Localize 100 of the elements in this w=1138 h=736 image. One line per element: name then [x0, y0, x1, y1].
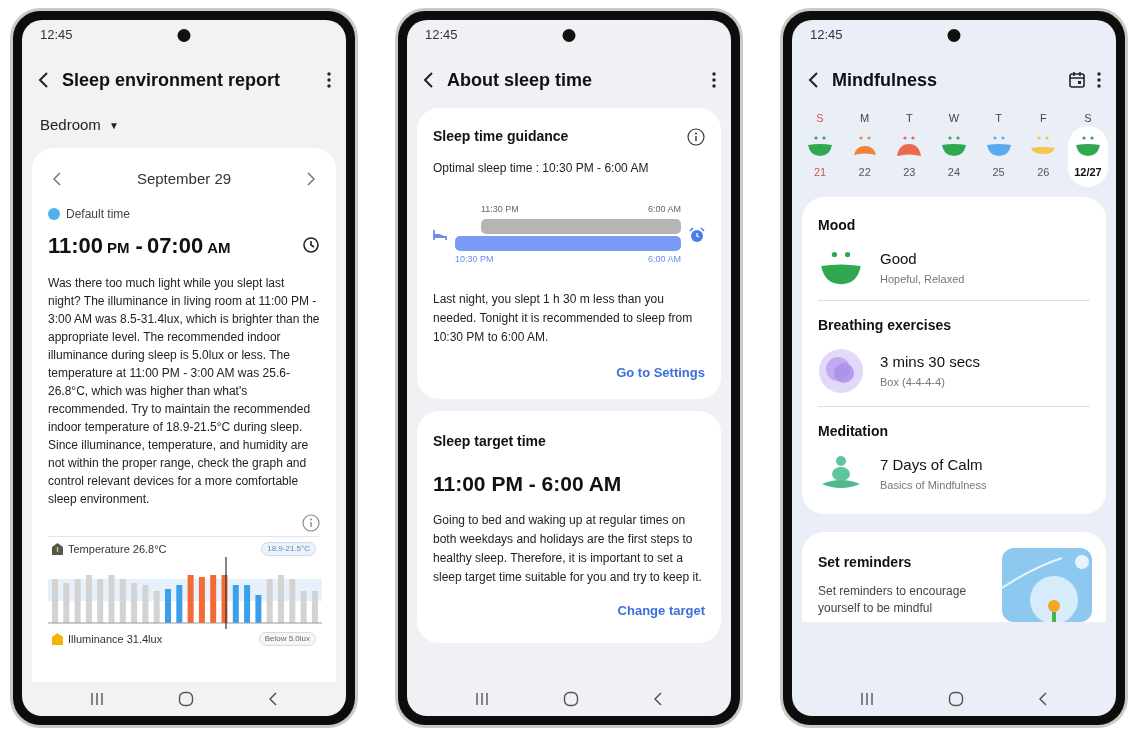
- chart-bar: [74, 579, 81, 623]
- target-text: Going to bed and waking up at regular times on both weekdays and holidays are the first steps to healthy sleep. Therefore, it is important to set a sleep target time suitable for you and try to keep it.: [433, 512, 703, 586]
- chart-bar: [300, 591, 307, 623]
- weekday-label: M: [860, 111, 870, 126]
- date-label: September 29: [136, 169, 232, 189]
- day-item[interactable]: 21: [800, 126, 840, 187]
- chart-bar: [255, 595, 262, 623]
- screen-title: Sleep environment report: [62, 68, 282, 92]
- info-icon: [302, 513, 320, 532]
- chart-bar: [232, 585, 239, 623]
- chart-bar: [165, 589, 171, 623]
- screen-title: Mindfulness: [832, 68, 938, 92]
- clock-button[interactable]: [302, 236, 320, 254]
- alarm-clock-icon[interactable]: [689, 226, 705, 243]
- weekday-label: S: [816, 111, 824, 126]
- time-label: 11:30 PM: [481, 203, 519, 216]
- day-item[interactable]: 12/27: [1067, 126, 1108, 187]
- next-chevron[interactable]: [306, 172, 316, 187]
- range-badge: Below 5.0lux: [258, 632, 316, 647]
- home-button[interactable]: [563, 691, 579, 707]
- recent-apps-button[interactable]: [88, 692, 105, 706]
- chart-bar: [142, 585, 149, 623]
- item-subtitle: Basics of Mindfulness: [880, 477, 987, 493]
- home-button[interactable]: [178, 691, 194, 707]
- range-badge: 18.9-21.5°C: [261, 541, 316, 556]
- more-menu-icon[interactable]: [1096, 71, 1102, 89]
- target-time: 11:00 PM - 6:00 AM: [433, 470, 623, 497]
- chart-bar: [131, 583, 138, 623]
- camera-hole: [177, 29, 191, 42]
- info-icon: [687, 127, 705, 146]
- report-paragraph: Was there too much light while you slept last night? The illuminance in living room at 11:00 PM - 3:00 AM was 8.5-31.4lux, which is brighter than the appropriate level. The recommended indoor illuminance during sleep is 5.0lux or less. The temperature at 11:00 PM - 3:00 AM was 25.6-26.8°C, which was higher than what's recommended. Try to maintain the recommended indoor temperature of 18.9-21.5°C during sleep. Since illuminance, temperature, and humidity are not within the proper range, check the graph and control relevant devices for a more comfortable sleep environment.: [48, 274, 320, 508]
- chart-bar: [153, 591, 160, 623]
- day-item[interactable]: 24: [933, 126, 974, 187]
- item-title: 7 Days of Calm: [880, 455, 984, 475]
- back-nav-button[interactable]: [652, 691, 665, 707]
- day-item[interactable]: 26: [1023, 126, 1064, 187]
- day-item[interactable]: 25: [978, 126, 1019, 187]
- item-subtitle: Box (4-4-4-4): [880, 374, 946, 390]
- calendar-icon[interactable]: [1068, 71, 1086, 89]
- default-time-label: Default time: [66, 205, 131, 223]
- card-title: Sleep target time: [433, 431, 547, 451]
- chart-bar: [221, 575, 228, 623]
- caret-icon: ▼: [108, 117, 119, 133]
- more-menu-icon[interactable]: [326, 71, 332, 89]
- chart-bar: [187, 575, 194, 623]
- time-label: 6:00 AM: [647, 252, 681, 266]
- chart-bar: [266, 579, 273, 623]
- chart-bar: [108, 575, 115, 623]
- screen-title: About sleep time: [447, 68, 594, 92]
- temperature-icon: [52, 542, 63, 555]
- section-heading: Breathing exercises: [818, 315, 953, 335]
- weekday-label: T: [995, 111, 1002, 126]
- item-title: Good: [880, 249, 918, 269]
- more-menu-icon[interactable]: [711, 71, 717, 89]
- time-cursor-line: [225, 557, 227, 629]
- day-item[interactable]: 23: [889, 126, 930, 187]
- reminder-text: Set reminders to encourage yourself to be mindful: [818, 582, 968, 617]
- chart-bar: [244, 585, 251, 623]
- weekday-label: W: [948, 111, 960, 126]
- item-title: 3 mins 30 secs: [880, 352, 981, 372]
- chart-bar: [311, 591, 318, 623]
- card-title: Sleep time guidance: [433, 127, 569, 146]
- previous-chevron[interactable]: [52, 172, 62, 187]
- illuminance-label: Illuminance 31.4lux: [68, 632, 163, 647]
- back-nav-button[interactable]: [1037, 691, 1050, 707]
- chart-bar: [119, 579, 126, 623]
- temperature-label: Temperature 26.8°C: [68, 541, 167, 557]
- settings-link[interactable]: Go to Settings: [616, 363, 705, 383]
- chart-bar: [210, 575, 217, 623]
- recent-apps-button[interactable]: [473, 692, 490, 706]
- circles-icon: [818, 347, 864, 394]
- chart-bar: [52, 579, 58, 623]
- status-time: 12:45: [425, 26, 458, 45]
- recent-apps-button[interactable]: [858, 692, 875, 706]
- chart-bar: [176, 585, 183, 623]
- guidance-text: Last night, you slept 1 h 30 m less than you needed. Tonight it is recommended to sleep from 10:30 PM to 6:00 AM.: [433, 291, 694, 346]
- room-dropdown[interactable]: Bedroom: [40, 113, 101, 137]
- weekday-label: T: [905, 111, 913, 126]
- status-time: 12:45: [810, 26, 843, 45]
- back-nav-button[interactable]: [267, 691, 280, 707]
- weekday-label: F: [1039, 111, 1047, 126]
- day-item[interactable]: 22: [844, 126, 885, 187]
- chart-bar: [63, 583, 70, 623]
- status-time: 12:45: [40, 26, 73, 45]
- weekday-label: S: [1084, 111, 1092, 126]
- optimal-time: Optimal sleep time : 10:30 PM - 6:00 AM: [433, 160, 650, 177]
- chart-bar: [85, 575, 92, 623]
- time-label: 10:30 PM: [455, 252, 494, 266]
- camera-hole: [562, 29, 576, 42]
- chart-bar: [278, 575, 284, 623]
- chart-bar: [289, 579, 296, 623]
- home-button[interactable]: [948, 691, 964, 707]
- camera-hole: [947, 29, 961, 42]
- time-range: 11:00 PM - 07:00 AM: [48, 231, 231, 260]
- chart-bar: [198, 577, 205, 623]
- change-target-link[interactable]: Change target: [617, 601, 705, 621]
- section-heading: Meditation: [818, 421, 889, 441]
- chart-bar: [97, 579, 104, 623]
- section-heading: Mood: [818, 215, 857, 235]
- time-label: 6:00 AM: [647, 203, 681, 216]
